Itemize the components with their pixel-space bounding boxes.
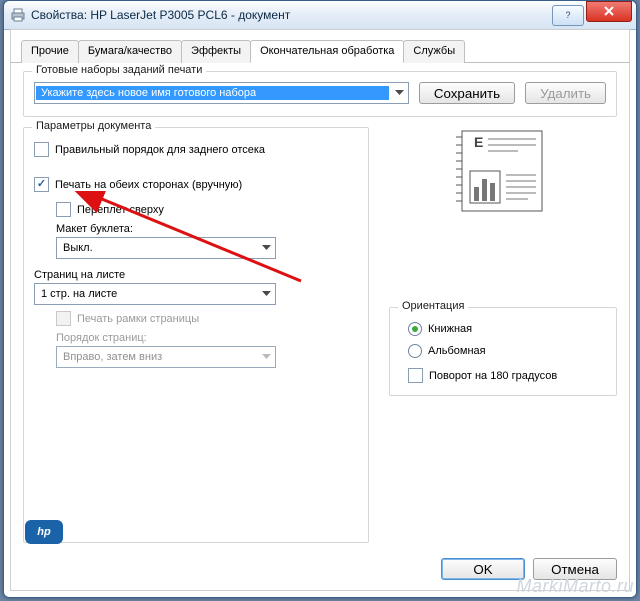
portrait-label: Книжная — [428, 323, 472, 335]
portrait-row[interactable]: Книжная — [408, 322, 610, 336]
pages-per-sheet-combobox[interactable]: 1 стр. на листе — [34, 283, 276, 305]
tab-other[interactable]: Прочие — [21, 40, 79, 63]
chevron-down-icon — [390, 83, 408, 103]
bind-top-checkbox[interactable] — [56, 202, 71, 217]
client-area: Прочие Бумага/качество Эффекты Окончател… — [10, 29, 630, 591]
hp-logo: hp — [25, 520, 63, 544]
orientation-title: Ориентация — [398, 300, 468, 312]
rotate-row[interactable]: Поворот на 180 градусов — [408, 368, 610, 383]
bind-top-row[interactable]: Переплет сверху — [56, 202, 358, 217]
print-frame-checkbox — [56, 311, 71, 326]
tab-finishing[interactable]: Окончательная обработка — [250, 40, 404, 63]
pages-per-sheet-value: 1 стр. на листе — [35, 288, 257, 300]
dialog-window: Свойства: HP LaserJet P3005 PCL6 - докум… — [3, 0, 637, 598]
duplex-label: Печать на обеих сторонах (вручную) — [55, 179, 242, 191]
printer-icon — [10, 7, 26, 23]
pages-per-sheet-label: Страниц на листе — [34, 269, 358, 281]
save-button[interactable]: Сохранить — [419, 82, 515, 104]
svg-text:E: E — [474, 134, 483, 150]
booklet-label: Макет буклета: — [56, 223, 358, 235]
print-frame-label: Печать рамки страницы — [77, 313, 199, 325]
titlebar: Свойства: HP LaserJet P3005 PCL6 - докум… — [4, 1, 636, 30]
page-order-label: Порядок страниц: — [56, 332, 358, 344]
landscape-radio[interactable] — [408, 344, 422, 358]
presets-group-title: Готовые наборы заданий печати — [32, 64, 206, 76]
correct-order-label: Правильный порядок для заднего отсека — [55, 144, 265, 156]
portrait-radio[interactable] — [408, 322, 422, 336]
cancel-button[interactable]: Отмена — [533, 558, 617, 580]
booklet-combobox[interactable]: Выкл. — [56, 237, 276, 259]
preset-value: Укажите здесь новое имя готового набора — [36, 86, 389, 100]
ok-button[interactable]: OK — [441, 558, 525, 580]
tab-services[interactable]: Службы — [403, 40, 465, 63]
page-order-combobox: Вправо, затем вниз — [56, 346, 276, 368]
correct-order-row[interactable]: Правильный порядок для заднего отсека — [34, 142, 358, 157]
page-order-value: Вправо, затем вниз — [57, 351, 257, 363]
chevron-down-icon — [257, 238, 275, 258]
svg-text:?: ? — [565, 10, 570, 20]
page-preview: E — [448, 127, 558, 217]
document-params-group: Параметры документа Правильный порядок д… — [23, 127, 369, 543]
landscape-row[interactable]: Альбомная — [408, 344, 610, 358]
close-button[interactable] — [586, 1, 632, 22]
presets-group: Готовые наборы заданий печати Укажите зд… — [23, 71, 617, 117]
document-params-title: Параметры документа — [32, 120, 155, 132]
tab-effects[interactable]: Эффекты — [181, 40, 251, 63]
duplex-checkbox[interactable] — [34, 177, 49, 192]
print-frame-row: Печать рамки страницы — [56, 311, 358, 326]
dialog-footer: OK Отмена — [441, 558, 617, 580]
tab-paper[interactable]: Бумага/качество — [78, 40, 182, 63]
rotate-checkbox[interactable] — [408, 368, 423, 383]
chevron-down-icon — [257, 284, 275, 304]
orientation-group: Ориентация Книжная Альбомная Поворот на … — [389, 307, 617, 396]
bind-top-label: Переплет сверху — [77, 204, 164, 216]
help-button[interactable]: ? — [552, 5, 584, 26]
preset-combobox[interactable]: Укажите здесь новое имя готового набора — [34, 82, 409, 104]
chevron-down-icon — [257, 347, 275, 367]
tab-strip: Прочие Бумага/качество Эффекты Окончател… — [11, 30, 629, 63]
correct-order-checkbox[interactable] — [34, 142, 49, 157]
window-title: Свойства: HP LaserJet P3005 PCL6 - докум… — [31, 8, 550, 22]
booklet-value: Выкл. — [57, 242, 257, 254]
rotate-label: Поворот на 180 градусов — [429, 370, 557, 382]
landscape-label: Альбомная — [428, 345, 486, 357]
delete-button: Удалить — [525, 82, 606, 104]
duplex-row[interactable]: Печать на обеих сторонах (вручную) — [34, 177, 358, 192]
